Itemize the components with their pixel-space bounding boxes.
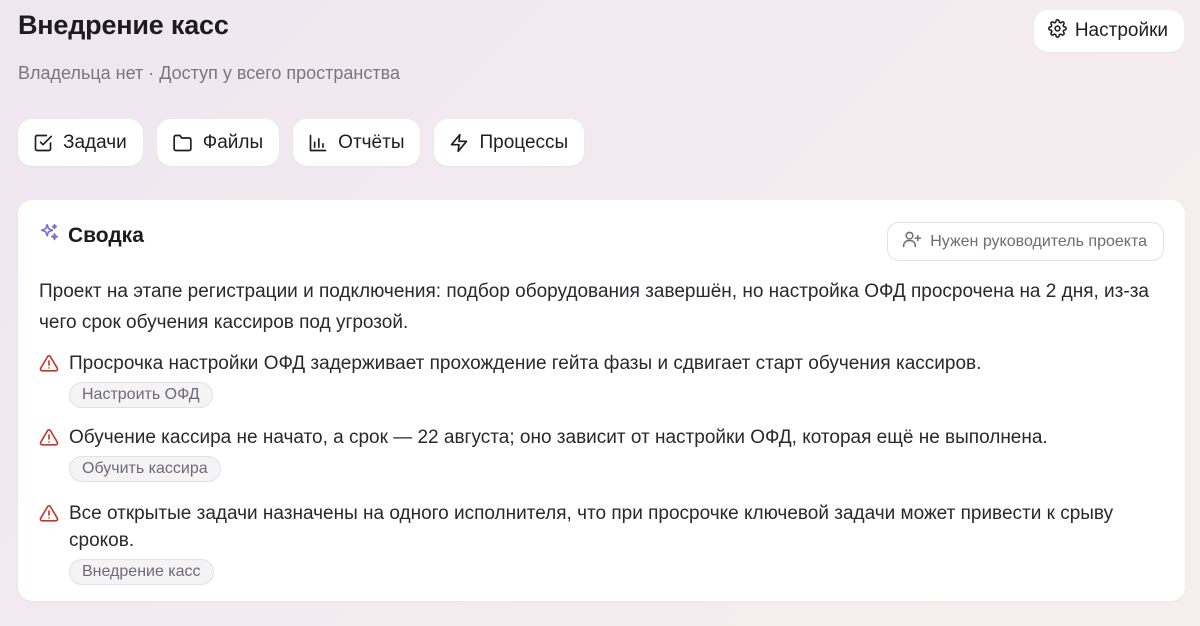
lightning-icon — [449, 133, 469, 153]
issue-text: Обучение кассира не начато, а срок — 22 … — [69, 427, 1048, 448]
task-chip[interactable]: Обучить кассира — [69, 456, 221, 482]
tab-processes[interactable]: Процессы — [434, 119, 585, 166]
sparkles-icon — [38, 222, 60, 249]
summary-header: Сводка — [38, 222, 144, 249]
tab-label: Файлы — [202, 131, 264, 153]
tab-reports[interactable]: Отчёты — [293, 119, 421, 166]
tab-tasks[interactable]: Задачи — [18, 119, 143, 166]
project-chip[interactable]: Внедрение касс — [69, 559, 214, 585]
page-subtitle: Владельца нет · Доступ у всего пространс… — [18, 63, 400, 83]
tab-label: Задачи — [63, 131, 127, 153]
tab-label: Отчёты — [338, 131, 405, 153]
need-lead-label: Нужен руководитель проекта — [930, 232, 1147, 250]
project-tabs: Задачи Файлы Отчёты Процессы — [18, 119, 585, 166]
warning-icon — [39, 350, 59, 408]
summary-text: Проект на этапе регистрации и подключени… — [39, 281, 1149, 333]
issue-list: Просрочка настройки ОФД задерживает прох… — [39, 350, 1159, 601]
gear-icon — [1047, 18, 1067, 44]
bar-chart-icon — [308, 133, 328, 153]
settings-button[interactable]: Настройки — [1033, 10, 1184, 52]
issue-text: Просрочка настройки ОФД задерживает прох… — [69, 353, 982, 374]
issue-item: Обучение кассира не начато, а срок — 22 … — [39, 424, 1159, 482]
summary-card: Сводка Нужен руководитель проекта Проект… — [18, 200, 1185, 601]
checkbox-icon — [33, 133, 53, 153]
folder-icon — [172, 133, 193, 153]
issue-item: Все открытые задачи назначены на одного … — [39, 500, 1159, 585]
issue-text: Все открытые задачи назначены на одного … — [69, 503, 1114, 551]
tab-label: Процессы — [479, 131, 569, 153]
page-title: Внедрение касс — [18, 10, 229, 40]
settings-label: Настройки — [1074, 20, 1168, 41]
need-lead-button[interactable]: Нужен руководитель проекта — [887, 222, 1164, 261]
summary-title: Сводка — [68, 223, 144, 247]
tab-files[interactable]: Файлы — [156, 119, 280, 166]
add-user-icon — [902, 229, 922, 254]
task-chip[interactable]: Настроить ОФД — [69, 382, 213, 408]
issue-item: Просрочка настройки ОФД задерживает прох… — [39, 350, 1159, 408]
warning-icon — [39, 424, 59, 482]
warning-icon — [39, 500, 59, 585]
